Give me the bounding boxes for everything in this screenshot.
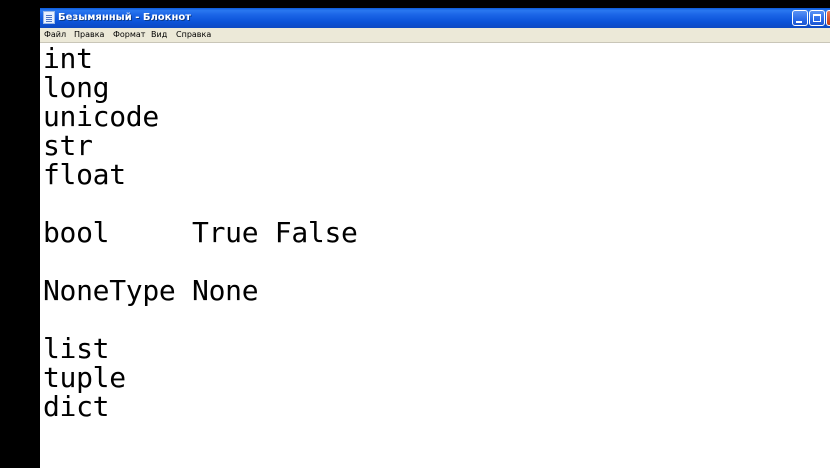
menu-bar: Файл Правка Формат Вид Справка bbox=[40, 28, 830, 43]
text-editor[interactable]: int long unicode str float bool True Fal… bbox=[40, 43, 830, 468]
minimize-button[interactable] bbox=[792, 10, 808, 26]
notepad-icon[interactable] bbox=[43, 11, 55, 24]
maximize-icon bbox=[813, 14, 821, 22]
menu-format[interactable]: Формат bbox=[113, 29, 145, 41]
maximize-button[interactable] bbox=[809, 10, 825, 26]
menu-edit[interactable]: Правка bbox=[74, 29, 104, 41]
window-title: Безымянный - Блокнот bbox=[58, 12, 192, 23]
close-button[interactable] bbox=[826, 10, 830, 26]
title-bar[interactable]: Безымянный - Блокнот bbox=[40, 8, 830, 28]
menu-help[interactable]: Справка bbox=[176, 29, 211, 41]
minimize-icon bbox=[796, 21, 802, 23]
menu-file[interactable]: Файл bbox=[44, 29, 66, 41]
editor-content[interactable]: int long unicode str float bool True Fal… bbox=[43, 44, 358, 421]
notepad-window: Безымянный - Блокнот Файл Правка Формат … bbox=[40, 8, 830, 468]
menu-view[interactable]: Вид bbox=[151, 29, 167, 41]
